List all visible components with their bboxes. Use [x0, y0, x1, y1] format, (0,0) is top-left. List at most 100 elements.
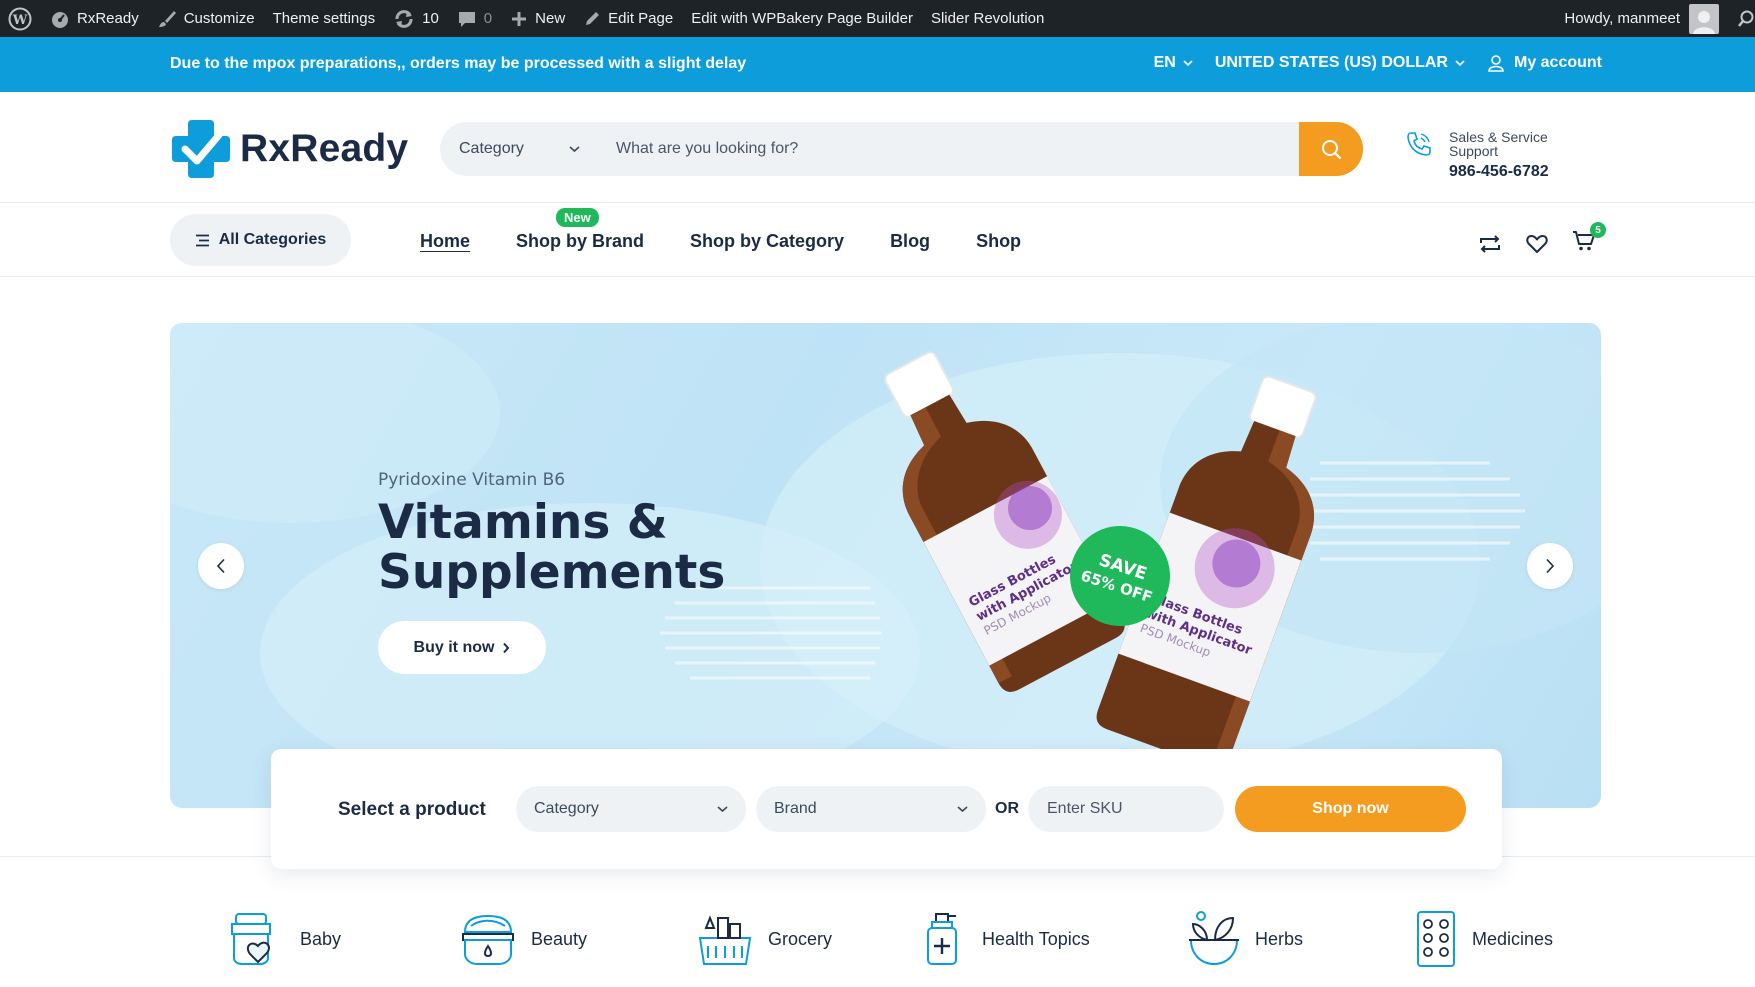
buy-it-now-button[interactable]: Buy it now [378, 621, 546, 674]
cart-button[interactable]: 5 [1572, 222, 1606, 257]
category-item-beauty[interactable]: Beauty [459, 910, 587, 968]
herbs-icon [1189, 911, 1239, 966]
buy-it-now-label: Buy it now [413, 638, 495, 656]
nav-item-label: Shop by Category [690, 231, 845, 251]
category-item-health-topics[interactable]: Health Topics [918, 910, 1090, 968]
category-label: Grocery [768, 928, 833, 949]
search-category-dropdown[interactable]: Category [440, 140, 600, 158]
slider-revolution-link[interactable]: Slider Revolution [922, 0, 1053, 37]
nav-item-label: Shop by Brand [516, 231, 645, 251]
slider-prev-button[interactable] [198, 543, 244, 589]
sku-input[interactable] [1028, 786, 1224, 832]
selector-category-dropdown[interactable]: Category [516, 786, 746, 832]
chevron-right-icon [503, 642, 510, 653]
pencil-icon [586, 11, 600, 25]
edit-page-label: Edit Page [608, 10, 674, 27]
chevron-down-icon [1183, 60, 1193, 67]
updates-count: 10 [422, 10, 439, 27]
category-label: Beauty [531, 928, 588, 949]
menu-list: Home New Shop by Brand Shop by Category … [420, 208, 1021, 252]
hero-title: Vitamins & Supplements [378, 495, 726, 600]
product-selector: Select a product Category Brand OR Shop … [271, 749, 1502, 869]
wpbakery-link[interactable]: Edit with WPBakery Page Builder [682, 0, 922, 37]
edit-page-link[interactable]: Edit Page [574, 0, 682, 37]
currency-label: UNITED STATES (US) DOLLAR [1214, 54, 1448, 71]
chevron-left-icon [216, 558, 225, 574]
my-account-link[interactable]: My account [1487, 54, 1602, 72]
greeting-label: Howdy, manmeet [1564, 10, 1680, 27]
site-name-link[interactable]: RxReady [41, 0, 148, 37]
category-label: Herbs [1255, 928, 1304, 949]
avatar [1689, 3, 1719, 34]
chevron-right-icon [1546, 558, 1555, 574]
theme-settings-label: Theme settings [272, 10, 376, 27]
nav-item-blog[interactable]: Blog [890, 231, 930, 252]
cart-count-badge: 5 [1590, 222, 1606, 238]
health-topics-icon [927, 913, 957, 965]
nav-item-shop[interactable]: Shop [976, 231, 1021, 252]
nav-item-label: Blog [890, 231, 931, 251]
comments-link[interactable]: 0 [448, 0, 501, 37]
all-categories-label: All Categories [218, 231, 327, 248]
my-account-label: My account [1513, 54, 1602, 71]
search-icon [1322, 140, 1342, 160]
admin-search-button[interactable] [1728, 0, 1755, 37]
language-dropdown[interactable]: EN [1154, 54, 1193, 72]
shop-now-label: Shop now [1312, 800, 1389, 817]
theme-settings-link[interactable]: Theme settings [264, 0, 385, 37]
dashboard-icon [52, 11, 68, 28]
updates-icon [395, 9, 413, 28]
nav-item-shop-by-brand[interactable]: New Shop by Brand [516, 208, 645, 252]
category-item-grocery[interactable]: Grocery [696, 910, 832, 968]
my-account-link[interactable]: Howdy, manmeet [1555, 0, 1728, 37]
hero-subtitle: Pyridoxine Vitamin B6 [378, 470, 566, 490]
site-header: RxReady Category Sales & Service Support… [0, 92, 1755, 203]
search-bar: Category [440, 122, 1363, 176]
comment-icon [458, 11, 475, 27]
phone-icon [1407, 132, 1431, 156]
nav-item-home[interactable]: Home [420, 231, 470, 252]
compare-icon[interactable] [1478, 234, 1502, 254]
search-button[interactable] [1299, 122, 1363, 176]
medicines-icon [1417, 911, 1455, 967]
currency-dropdown[interactable]: UNITED STATES (US) DOLLAR [1215, 54, 1465, 72]
category-label: Medicines [1472, 928, 1554, 949]
selector-label: Select a product [338, 799, 486, 820]
selector-brand-dropdown[interactable]: Brand [756, 786, 986, 832]
chevron-down-icon [957, 806, 968, 813]
updates-link[interactable]: 10 [384, 0, 448, 37]
all-categories-button[interactable]: All Categories [170, 214, 351, 266]
selector-category-label: Category [534, 800, 599, 817]
slider-next-button[interactable] [1527, 543, 1573, 589]
customize-label: Customize [183, 10, 255, 27]
new-content-link[interactable]: New [501, 0, 574, 37]
category-item-medicines[interactable]: Medicines [1414, 910, 1553, 968]
site-logo[interactable]: RxReady [170, 118, 408, 180]
nav-item-label: Shop [976, 231, 1022, 251]
svg-text:W: W [12, 13, 28, 28]
chevron-down-icon [717, 806, 728, 813]
chevron-down-icon [1455, 60, 1465, 67]
wishlist-heart-icon[interactable] [1526, 234, 1548, 254]
wordpress-icon: W [8, 7, 32, 30]
selector-brand-label: Brand [774, 800, 817, 817]
plus-icon [512, 11, 527, 26]
search-category-label: Category [459, 140, 524, 157]
category-item-herbs[interactable]: Herbs [1187, 910, 1303, 968]
comments-count: 0 [483, 10, 493, 27]
wordpress-logo-link[interactable]: W [0, 0, 41, 37]
support-phone[interactable]: 986-456-6782 [1449, 163, 1569, 181]
header-actions: 5 [1478, 222, 1606, 257]
customize-link[interactable]: Customize [148, 0, 264, 37]
user-icon [1488, 55, 1504, 72]
main-nav: All Categories Home New Shop by Brand Sh… [0, 204, 1755, 277]
brush-icon [158, 10, 176, 27]
support-label: Sales & Service Support [1449, 129, 1548, 159]
shop-now-button[interactable]: Shop now [1235, 786, 1466, 832]
category-item-baby[interactable]: Baby [228, 910, 341, 968]
logo-cross-icon [172, 120, 230, 178]
category-label: Baby [300, 928, 342, 949]
nav-item-shop-by-category[interactable]: Shop by Category [690, 231, 844, 252]
chevron-down-icon [569, 146, 580, 153]
search-input[interactable] [600, 122, 1299, 176]
